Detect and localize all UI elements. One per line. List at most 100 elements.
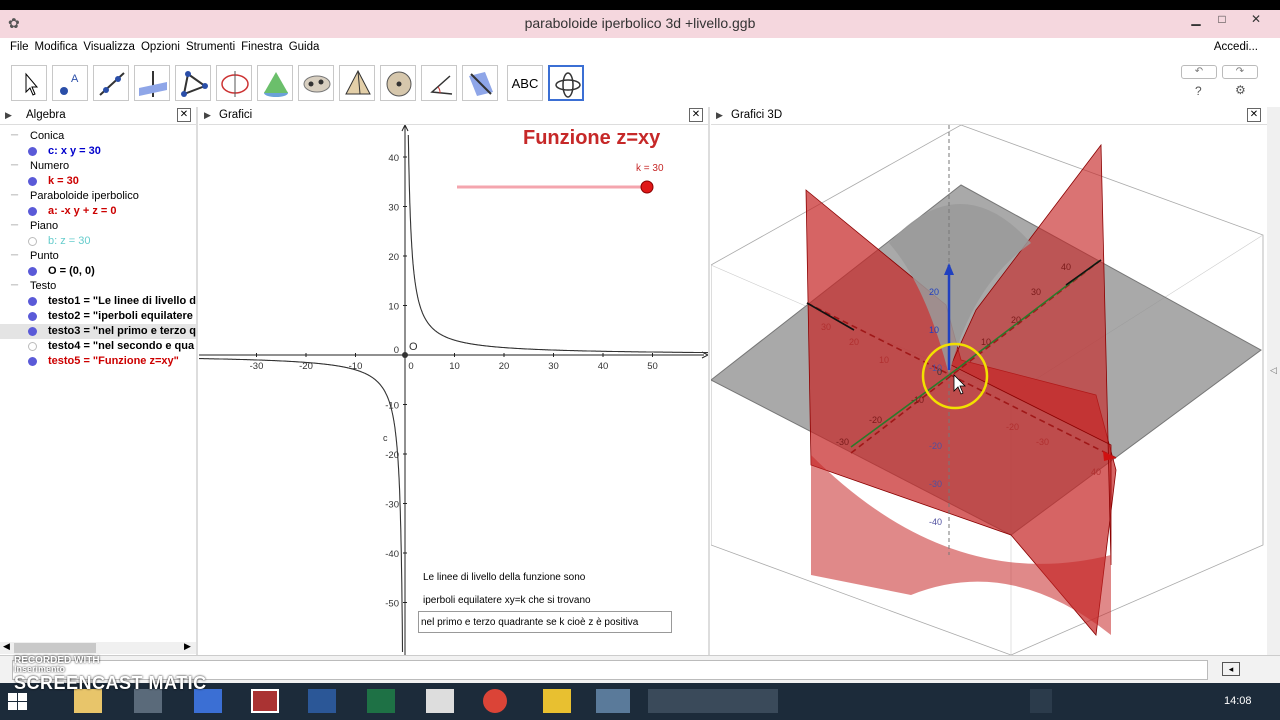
help-button[interactable]: ? bbox=[1195, 84, 1202, 98]
reflect-tool-button[interactable] bbox=[462, 65, 498, 101]
title-bar: ✿ paraboloide iperbolico 3d +livello.ggb… bbox=[0, 10, 1280, 38]
algebra-item[interactable]: c: x y = 30 bbox=[0, 144, 196, 159]
panel-toggle-icon[interactable]: ▶ bbox=[204, 110, 211, 121]
maximize-button[interactable]: □ bbox=[1210, 12, 1234, 28]
line-tool-button[interactable] bbox=[93, 65, 129, 101]
graphics-3d-canvas[interactable]: 2010-10-20-30-40040302010-10-20-30302010… bbox=[711, 125, 1267, 655]
undo-button[interactable]: ↶ bbox=[1181, 65, 1217, 79]
media-icon[interactable] bbox=[543, 689, 571, 713]
visible-object-toggle[interactable] bbox=[28, 147, 37, 156]
move-tool-button[interactable] bbox=[11, 65, 47, 101]
menu-strumenti[interactable]: Strumenti bbox=[186, 38, 235, 53]
hidden-object-toggle[interactable] bbox=[28, 237, 37, 246]
menu-opzioni[interactable]: Opzioni bbox=[141, 38, 180, 53]
algebra-item[interactable]: b: z = 30 bbox=[0, 234, 196, 249]
algebra-panel-title: Algebra bbox=[26, 109, 66, 121]
tray-icons[interactable] bbox=[1090, 689, 1200, 713]
visible-object-toggle[interactable] bbox=[28, 297, 37, 306]
rotate-view-tool-button[interactable] bbox=[548, 65, 584, 101]
panel-toggle-icon[interactable]: ▶ bbox=[716, 110, 723, 121]
keyboard-tray-icon[interactable] bbox=[1030, 689, 1052, 713]
graphics3d-panel-title: Grafici 3D bbox=[731, 109, 783, 121]
algebra-item[interactable]: testo2 = "iperboli equilatere bbox=[0, 309, 196, 324]
algebra-item[interactable]: a: -x y + z = 0 bbox=[0, 204, 196, 219]
menu-guida[interactable]: Guida bbox=[289, 38, 320, 53]
redo-button[interactable]: ↷ bbox=[1222, 65, 1258, 79]
algebra-item[interactable]: O = (0, 0) bbox=[0, 264, 196, 279]
right-panel-scrollbar[interactable]: ◁ bbox=[1267, 107, 1280, 655]
algebra-category[interactable]: ─ Testo bbox=[0, 279, 196, 294]
scrollbar-thumb[interactable] bbox=[14, 643, 96, 653]
algebra-item[interactable]: testo3 = "nel primo e terzo q bbox=[0, 324, 196, 339]
perpendicular-tool-button[interactable] bbox=[134, 65, 170, 101]
algebra-category[interactable]: ─ Punto bbox=[0, 249, 196, 264]
algebra-item[interactable]: k = 30 bbox=[0, 174, 196, 189]
algebra-category[interactable]: ─ Piano bbox=[0, 219, 196, 234]
algebra-item-text: testo2 = "iperboli equilatere bbox=[48, 310, 193, 322]
visible-object-toggle[interactable] bbox=[28, 327, 37, 336]
windows-start-icon[interactable] bbox=[8, 693, 28, 711]
recorder-icon[interactable] bbox=[251, 689, 279, 713]
algebra-category[interactable]: ─ Conica bbox=[0, 129, 196, 144]
minimize-button[interactable]: ▁ bbox=[1184, 12, 1208, 28]
polygon-tool-button[interactable] bbox=[175, 65, 211, 101]
menu-file[interactable]: File bbox=[10, 38, 29, 53]
scroll-left-icon[interactable]: ◀ bbox=[3, 641, 10, 652]
sphere-tool-button[interactable] bbox=[380, 65, 416, 101]
close-window-button[interactable]: ✕ bbox=[1244, 12, 1268, 28]
graphics-3d-view[interactable]: 20 10 -10 -20 -30 -40 0 40 30 20 10 -10 -20 -30 30 20 10… bbox=[711, 125, 1267, 655]
excel-icon[interactable] bbox=[367, 689, 395, 713]
algebra-item-text: a: -x y + z = 0 bbox=[48, 205, 117, 217]
visible-object-toggle[interactable] bbox=[28, 357, 37, 366]
algebra-item[interactable]: testo4 = "nel secondo e qua bbox=[0, 339, 196, 354]
menu-visualizza[interactable]: Visualizza bbox=[83, 38, 135, 53]
settings-gear-icon[interactable]: ⚙ bbox=[1235, 83, 1246, 97]
circle-tool-button[interactable] bbox=[216, 65, 252, 101]
conic-tool-button[interactable] bbox=[298, 65, 334, 101]
pyramid-tool-button[interactable] bbox=[339, 65, 375, 101]
x-tick-label: 50 bbox=[647, 361, 658, 372]
preview-taskbar-item[interactable] bbox=[648, 689, 778, 713]
algebra-category[interactable]: ─ Paraboloide iperbolico bbox=[0, 189, 196, 204]
menu-bar: File Modifica Visualizza Opzioni Strumenti Fi… bbox=[0, 38, 1280, 60]
visible-object-toggle[interactable] bbox=[28, 177, 37, 186]
algebra-item[interactable]: testo5 = "Funzione z=xy" bbox=[0, 354, 196, 369]
scroll-right-icon[interactable]: ▶ bbox=[184, 641, 191, 652]
algebra-item[interactable]: testo1 = "Le linee di livello d bbox=[0, 294, 196, 309]
cone-tool-button[interactable] bbox=[257, 65, 293, 101]
close-graphics-panel-button[interactable]: ✕ bbox=[689, 108, 703, 122]
level-lines-text-1: Le linee di livello della funzione sono bbox=[423, 572, 586, 583]
window-title: paraboloide iperbolico 3d +livello.ggb bbox=[524, 15, 756, 31]
close-algebra-panel-button[interactable]: ✕ bbox=[177, 108, 191, 122]
keyboard-icon[interactable]: ◂ bbox=[1222, 662, 1240, 676]
word-icon[interactable] bbox=[308, 689, 336, 713]
algebra-horizontal-scrollbar[interactable]: ◀ ▶ bbox=[0, 641, 196, 654]
tree-line-icon: ─ bbox=[11, 250, 19, 261]
panel-divider[interactable] bbox=[196, 107, 198, 655]
text-tool-button[interactable]: ABC bbox=[507, 65, 543, 101]
panel-toggle-icon[interactable]: ▶ bbox=[5, 110, 12, 121]
graphics-view[interactable]: -30 -20 -10 0 10 20 30 40 50 40 30 20 10 0 -10 -20 -30 -4… bbox=[199, 125, 708, 655]
menu-modifica[interactable]: Modifica bbox=[35, 38, 78, 53]
z-tick-label: -30 bbox=[929, 479, 942, 489]
hidden-object-toggle[interactable] bbox=[28, 342, 37, 351]
chrome-icon[interactable] bbox=[483, 689, 507, 713]
y-tick-label: 40 bbox=[388, 153, 399, 164]
slider-label: k = 30 bbox=[636, 163, 664, 174]
expand-arrow-icon[interactable]: ◁ bbox=[1270, 365, 1277, 376]
panel-divider[interactable] bbox=[708, 107, 710, 655]
visible-object-toggle[interactable] bbox=[28, 267, 37, 276]
login-link[interactable]: Accedi... bbox=[1214, 41, 1258, 53]
angle-tool-button[interactable] bbox=[421, 65, 457, 101]
visible-object-toggle[interactable] bbox=[28, 312, 37, 321]
algebra-category[interactable]: ─ Numero bbox=[0, 159, 196, 174]
category-label: Paraboloide iperbolico bbox=[30, 190, 139, 202]
geogebra-taskbar-icon[interactable] bbox=[596, 689, 630, 713]
algebra-item-text: c: x y = 30 bbox=[48, 145, 101, 157]
menu-finestra[interactable]: Finestra bbox=[241, 38, 283, 53]
notepad-icon[interactable] bbox=[426, 689, 454, 713]
visible-object-toggle[interactable] bbox=[28, 207, 37, 216]
y-axis-tick-label: 20 bbox=[1011, 315, 1021, 325]
point-tool-button[interactable]: A bbox=[52, 65, 88, 101]
close-graphics3d-panel-button[interactable]: ✕ bbox=[1247, 108, 1261, 122]
